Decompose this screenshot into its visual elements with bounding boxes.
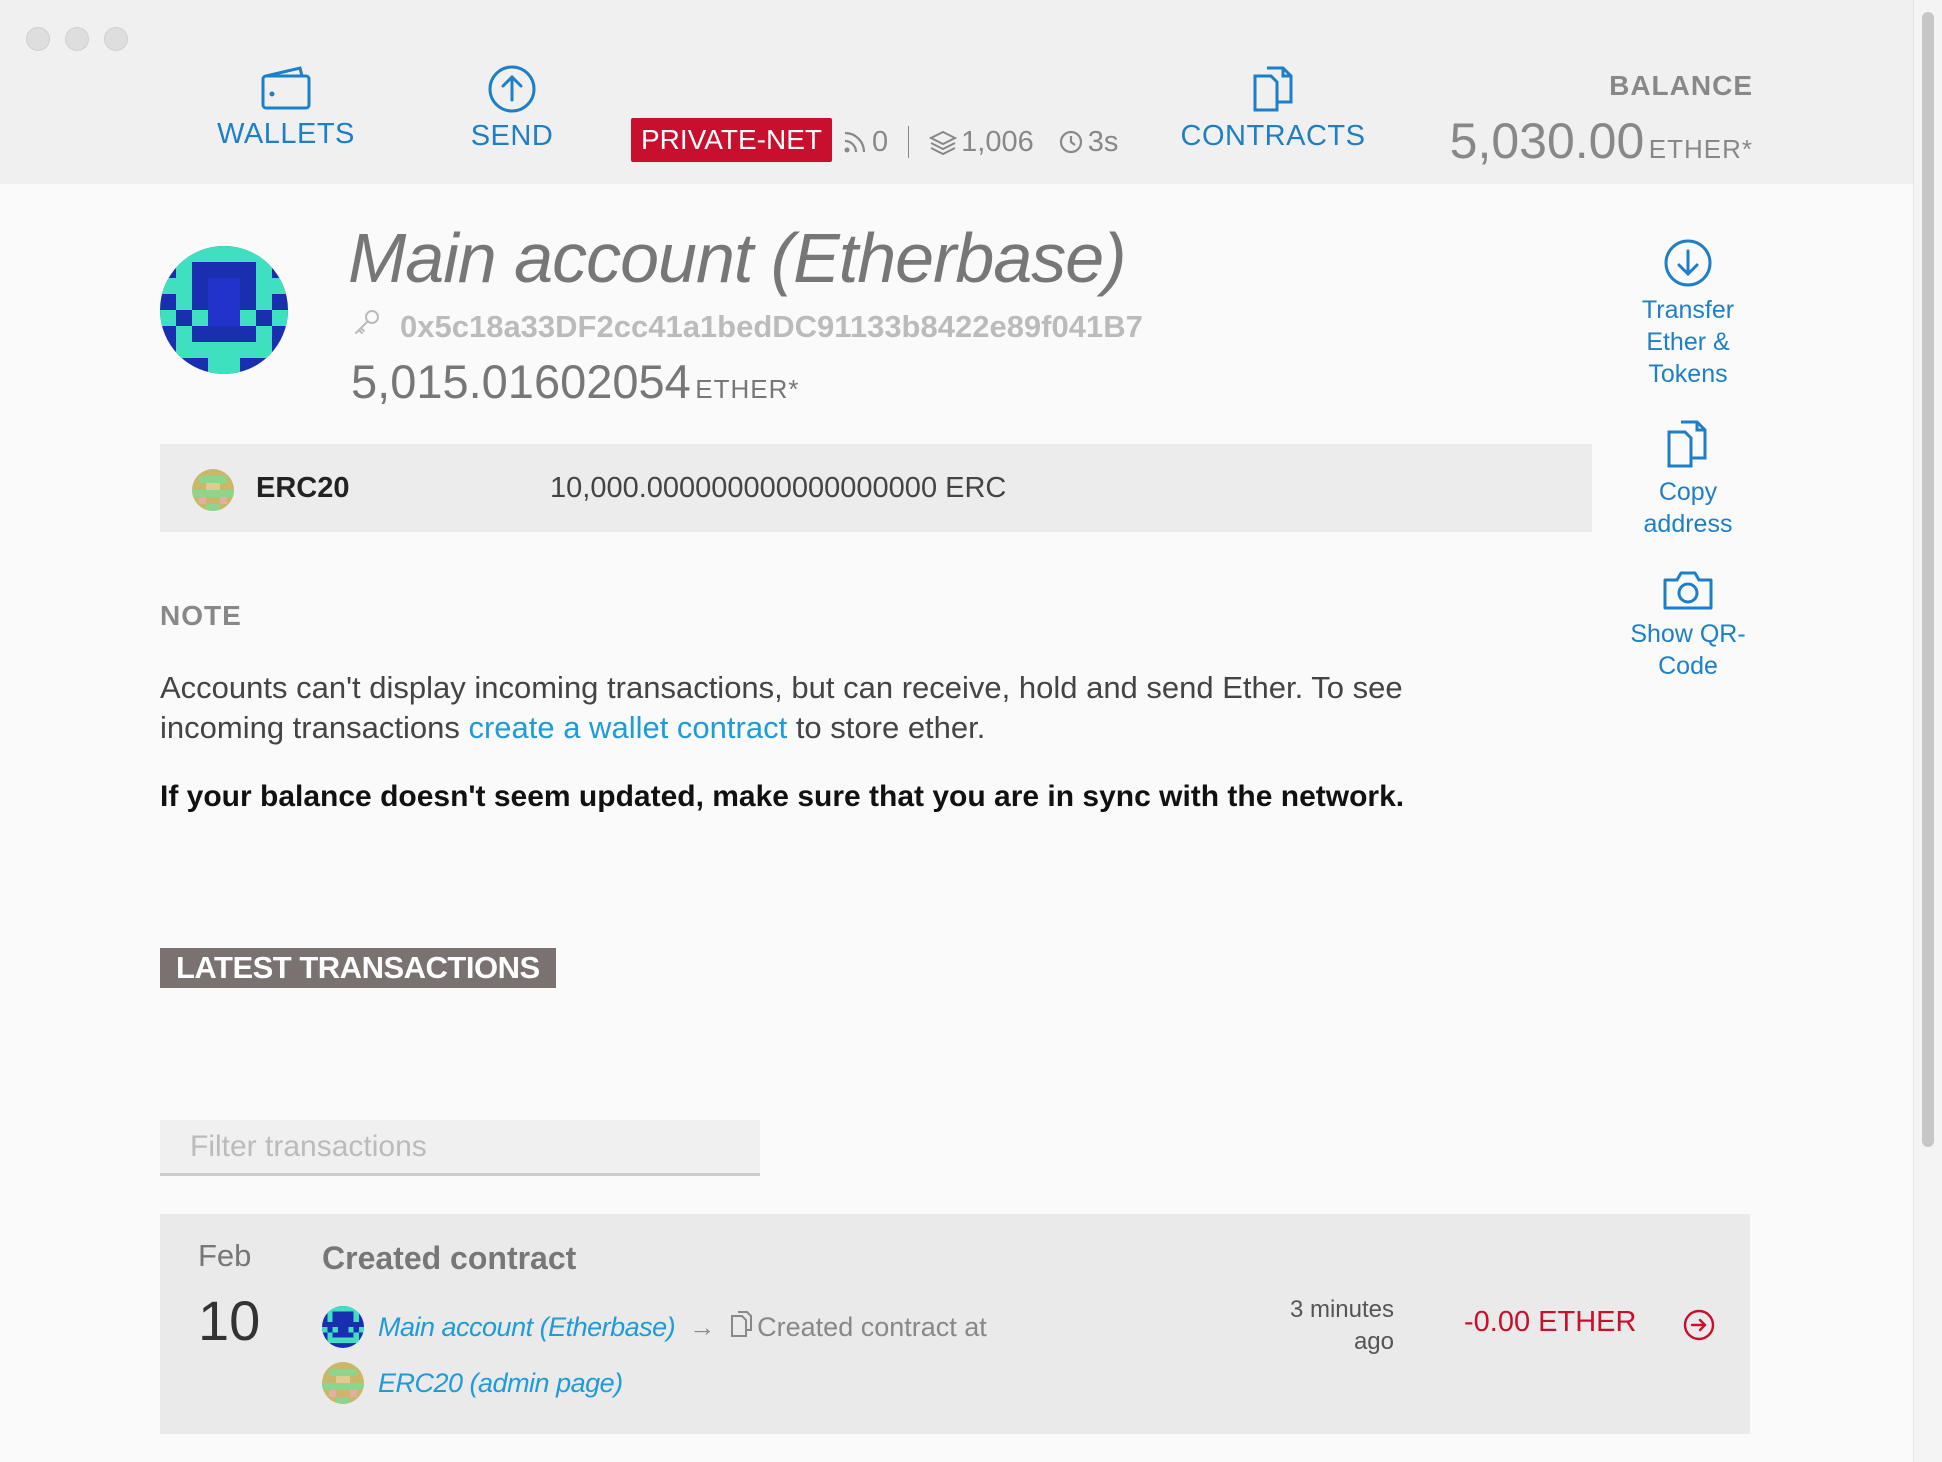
total-balance: 5,030.00 ETHER*: [1450, 112, 1753, 170]
account-name: Main account (Etherbase): [348, 219, 1127, 297]
account-balance: 5,015.01602054 ETHER*: [351, 354, 800, 409]
tx-month: Feb: [198, 1238, 252, 1273]
scrollbar[interactable]: [1913, 0, 1942, 1462]
tx-day: 10: [198, 1289, 261, 1352]
token-identicon: [192, 469, 234, 511]
tx-action-text: Created contract at: [757, 1311, 987, 1342]
network-badge: PRIVATE-NET: [631, 118, 832, 162]
tx-from-link[interactable]: Main account (Etherbase): [378, 1312, 676, 1343]
copy-icon: [1608, 418, 1768, 470]
transfer-ether-tokens-button[interactable]: Transfer Ether & Tokens: [1608, 238, 1768, 390]
transfer-label-line-3: Tokens: [1648, 360, 1728, 388]
token-balance: 10,000.000000000000000000 ERC: [550, 472, 1007, 504]
account-identicon-small: [322, 1306, 364, 1348]
transaction-row[interactable]: Feb 10 Created contract Main account (Et…: [160, 1214, 1750, 1434]
copy-label-line-1: Copy: [1658, 478, 1718, 506]
window-controls: [26, 27, 128, 51]
tx-time: 3 minutes ago: [1280, 1294, 1394, 1358]
nav-send[interactable]: SEND: [432, 64, 592, 153]
sync-warning: If your balance doesn't seem updated, ma…: [160, 780, 1405, 813]
note-text-after: to store ether.: [787, 710, 986, 745]
transfer-label-line-2: Ether &: [1646, 328, 1730, 356]
arrow-down-circle-icon: [1608, 238, 1768, 288]
total-balance-value: 5,030.00: [1449, 113, 1645, 169]
arrow-right-circle-icon[interactable]: [1682, 1308, 1716, 1347]
layers-icon: [929, 129, 958, 155]
divider: [908, 126, 910, 158]
filter-transactions-input[interactable]: [160, 1120, 760, 1176]
wallet-icon: [206, 64, 366, 112]
arrow-up-circle-icon: [432, 64, 592, 114]
documents-icon: [1178, 64, 1368, 114]
signal-icon: [842, 129, 868, 155]
tx-time-line-2: ago: [1353, 1328, 1394, 1355]
tx-amount: -0.00 ETHER: [1464, 1306, 1637, 1338]
latest-transactions-heading: LATEST TRANSACTIONS: [160, 948, 556, 988]
account-balance-unit: ETHER*: [695, 374, 800, 404]
show-qr-code-button[interactable]: Show QR- Code: [1608, 568, 1768, 682]
copy-address-button[interactable]: Copy address: [1608, 418, 1768, 540]
token-name: ERC20: [256, 472, 350, 504]
transfer-label-line-1: Transfer: [1641, 296, 1735, 324]
contract-doc-icon: [729, 1310, 753, 1345]
note-text: Accounts can't display incoming transact…: [160, 668, 1460, 748]
peers-count: 0: [842, 126, 888, 159]
block-value: 1,006: [961, 125, 1034, 158]
total-balance-unit: ETHER*: [1648, 134, 1753, 164]
nav-contracts-label: CONTRACTS: [1180, 120, 1366, 152]
scrollbar-thumb[interactable]: [1922, 12, 1934, 1147]
note-heading: NOTE: [160, 600, 242, 631]
last-block-time: 3s: [1058, 125, 1119, 159]
qr-label-line-2: Code: [1658, 652, 1718, 680]
arrow-right-icon: →: [689, 1311, 716, 1342]
qr-label-line-1: Show QR-: [1630, 620, 1746, 648]
account-identicon: [160, 246, 288, 374]
token-identicon-small: [322, 1362, 364, 1404]
nav-wallets[interactable]: WALLETS: [206, 64, 366, 151]
camera-icon: [1608, 568, 1768, 612]
tx-to: ERC20 (admin page): [322, 1362, 623, 1404]
zoom-window-button[interactable]: [104, 27, 128, 51]
account-address[interactable]: 0x5c18a33DF2cc41a1bedDC91133b8422e89f041…: [352, 308, 1143, 346]
block-number: 1,006: [929, 126, 1034, 159]
account-address-text: 0x5c18a33DF2cc41a1bedDC91133b8422e89f041…: [400, 309, 1143, 344]
account-balance-value: 5,015.01602054: [351, 355, 691, 408]
time-value: 3s: [1087, 125, 1119, 158]
nav-wallets-label: WALLETS: [217, 118, 355, 150]
tx-from: Main account (Etherbase) → Created contr…: [322, 1306, 987, 1348]
token-balance-row: ERC20 10,000.000000000000000000 ERC: [160, 444, 1592, 532]
close-window-button[interactable]: [26, 27, 50, 51]
peers-value: 0: [872, 125, 889, 158]
key-icon: [352, 308, 382, 346]
clock-icon: [1058, 129, 1084, 155]
minimize-window-button[interactable]: [65, 27, 89, 51]
network-stats: 0 1,006 3s: [842, 122, 1118, 162]
create-wallet-contract-link[interactable]: create a wallet contract: [468, 710, 787, 745]
tx-to-link[interactable]: ERC20 (admin page): [378, 1368, 623, 1399]
tx-time-line-1: 3 minutes: [1289, 1296, 1394, 1323]
nav-contracts[interactable]: CONTRACTS: [1178, 64, 1368, 153]
nav-send-label: SEND: [470, 120, 554, 152]
balance-title: BALANCE: [1609, 70, 1753, 101]
copy-label-line-2: address: [1643, 510, 1733, 538]
tx-title: Created contract: [322, 1240, 577, 1276]
